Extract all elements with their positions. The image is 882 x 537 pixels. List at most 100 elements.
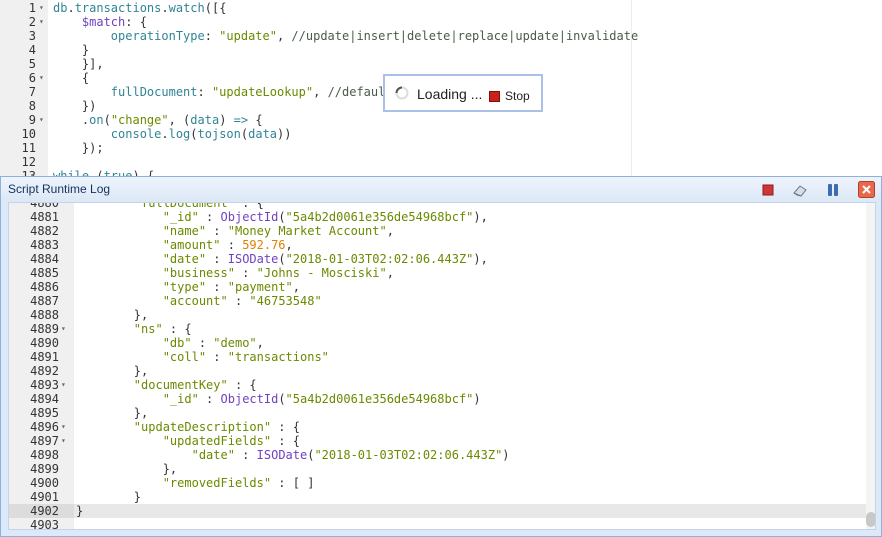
code-token: "Johns - Mosciski" <box>256 266 387 280</box>
code-token: : { <box>271 434 300 448</box>
code-token: : <box>191 336 214 350</box>
line-number: 4896 <box>30 420 59 434</box>
stop-label: Stop <box>505 89 530 103</box>
line-number: 4893 <box>30 378 59 392</box>
fold-arrow-icon[interactable]: ▾ <box>61 322 66 336</box>
log-line: 4898 "date" : ISODate("2018-01-03T02:02:… <box>9 448 875 462</box>
line-number: 10 <box>21 127 36 141</box>
panel-title: Script Runtime Log <box>8 182 111 196</box>
scrollbar-thumb[interactable] <box>866 512 875 527</box>
code-token: ), <box>473 252 488 266</box>
code-token: tojson <box>197 127 241 141</box>
close-panel-button[interactable] <box>858 181 875 198</box>
line-number: 4882 <box>30 224 59 238</box>
code-token: data <box>248 127 278 141</box>
fold-arrow-icon[interactable]: ▾ <box>39 71 47 85</box>
editor-line: 12 <box>0 155 882 169</box>
code-token: ) <box>219 113 234 127</box>
code-token: ( <box>190 127 198 141</box>
fold-arrow-icon[interactable]: ▾ <box>61 434 66 448</box>
line-number: 4885 <box>30 266 59 280</box>
code-token: }); <box>53 141 104 155</box>
stop-button[interactable]: Stop <box>489 88 530 104</box>
log-line: 4885 "business" : "Johns - Mosciski", <box>9 266 875 280</box>
code-token: , ( <box>168 113 191 127</box>
code-line: "date" : ISODate("2018-01-03T02:02:06.44… <box>76 448 510 462</box>
code-token: console <box>110 127 162 141</box>
code-token: : <box>206 224 228 238</box>
fold-arrow-icon[interactable]: ▾ <box>61 420 66 434</box>
line-number: 5 <box>28 57 36 71</box>
code-token: "removedFields" <box>162 476 272 490</box>
code-token: operationType <box>110 29 205 43</box>
code-line: "date" : ISODate("2018-01-03T02:02:06.44… <box>76 252 488 266</box>
log-output[interactable]: 4880 "fullDocument" : {4881 "_id" : Obje… <box>8 202 876 530</box>
log-line: 4893 ▾ "documentKey" : { <box>9 378 875 392</box>
code-token: } <box>76 490 142 504</box>
code-token: "46753548" <box>249 294 322 308</box>
code-line: { <box>53 71 89 85</box>
code-token: "2018-01-03T02:02:06.443Z" <box>285 252 474 266</box>
editor-line: 3 operationType: "update", //update|inse… <box>0 29 882 43</box>
line-number: 4901 <box>30 490 59 504</box>
code-token: "demo" <box>213 336 257 350</box>
fold-arrow-icon[interactable]: ▾ <box>39 113 47 127</box>
line-number: 7 <box>28 85 36 99</box>
log-line: 4889 ▾ "ns" : { <box>9 322 875 336</box>
code-line: "coll" : "transactions" <box>76 350 329 364</box>
code-token: : { <box>234 202 264 210</box>
line-number: 4898 <box>30 448 59 462</box>
editor-line: 2 ▾ $match: { <box>0 15 882 29</box>
code-token: fullDocument <box>110 85 198 99</box>
line-number: 6 <box>28 71 36 85</box>
code-line: "db" : "demo", <box>76 336 264 350</box>
vertical-scrollbar[interactable] <box>866 203 875 529</box>
stop-log-button[interactable] <box>760 182 776 198</box>
code-line: fullDocument: "updateLookup", //defaul <box>53 85 386 99</box>
editor-line: 9 ▾ .on("change", (data) => { <box>0 113 882 127</box>
code-token: ( <box>278 210 286 224</box>
log-line: 4884 "date" : ISODate("2018-01-03T02:02:… <box>9 252 875 266</box>
pause-icon <box>828 184 838 196</box>
code-line: console.log(tojson(data)) <box>53 127 292 141</box>
code-token: "5a4b2d0061e356de54968bcf" <box>285 210 474 224</box>
code-token: , <box>256 336 264 350</box>
code-line: "updatedFields" : { <box>76 434 300 448</box>
code-line: }, <box>76 364 148 378</box>
stop-icon <box>489 90 500 102</box>
log-line: 4899 }, <box>9 462 875 476</box>
fold-arrow-icon[interactable]: ▾ <box>61 378 66 392</box>
code-token: "payment" <box>227 280 293 294</box>
line-number: 4892 <box>30 364 59 378</box>
code-token: }, <box>76 308 149 322</box>
fold-arrow-icon[interactable]: ▾ <box>39 15 47 29</box>
editor-line: 10 console.log(tojson(data)) <box>0 127 882 141</box>
code-token: ), <box>473 210 488 224</box>
code-token: } <box>76 504 84 518</box>
code-token: { <box>248 113 263 127</box>
code-token: transactions <box>74 1 162 15</box>
code-token: . <box>161 127 169 141</box>
line-number: 4887 <box>30 294 59 308</box>
code-line: } <box>53 43 89 57</box>
clear-log-button[interactable] <box>792 182 808 198</box>
code-token: ( <box>278 252 286 266</box>
editor-line: 11 }); <box>0 141 882 155</box>
log-line: 4891 "coll" : "transactions" <box>9 350 875 364</box>
loading-label: Loading ... <box>417 86 483 102</box>
code-line: $match: { <box>53 15 147 29</box>
pause-log-button[interactable] <box>825 182 841 198</box>
code-line: }); <box>53 141 104 155</box>
code-token: : { <box>125 15 147 29</box>
code-line: "_id" : ObjectId("5a4b2d0061e356de54968b… <box>76 210 488 224</box>
code-token: : <box>234 266 257 280</box>
fold-arrow-icon[interactable]: ▾ <box>39 1 47 15</box>
code-token: . <box>67 1 75 15</box>
code-token: : [ ] <box>271 476 315 490</box>
